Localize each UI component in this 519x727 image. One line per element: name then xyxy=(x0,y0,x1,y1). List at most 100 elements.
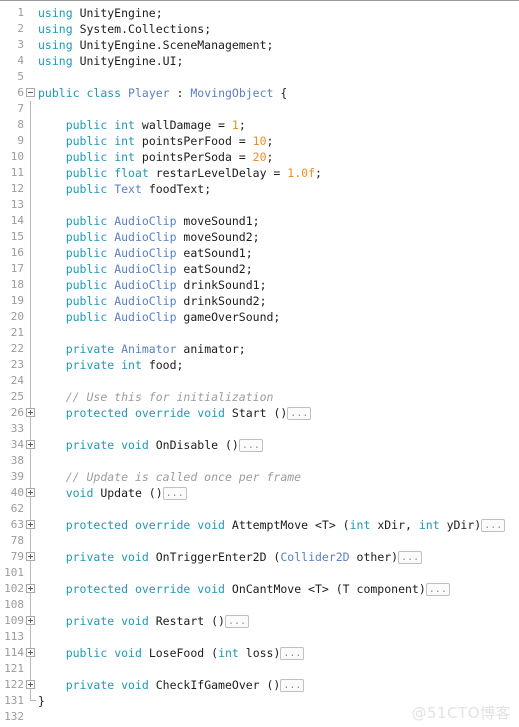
code-line[interactable]: 20 public AudioClip gameOverSound; xyxy=(0,309,519,325)
fold-guide-line xyxy=(30,277,31,293)
token-kw: public xyxy=(65,118,108,132)
code-text: private void Restart ()... xyxy=(38,613,250,629)
token-pun: OnDisable () xyxy=(148,438,239,452)
code-line[interactable]: 4 using UnityEngine.UI; xyxy=(0,53,519,69)
line-number: 40 xyxy=(10,486,24,499)
code-line[interactable]: 40 void Update ()... xyxy=(0,485,519,501)
code-line[interactable]: 63 protected override void AttemptMove <… xyxy=(0,517,519,533)
code-line[interactable]: 14 public AudioClip moveSound1; xyxy=(0,213,519,229)
code-text: public Text foodText; xyxy=(38,181,211,197)
fold-guide-line xyxy=(30,693,36,701)
collapsed-body-placeholder[interactable]: ... xyxy=(287,407,312,420)
code-line[interactable]: 19 public AudioClip drinkSound2; xyxy=(0,293,519,309)
code-text: public AudioClip moveSound2; xyxy=(38,229,260,245)
collapsed-body-placeholder[interactable]: ... xyxy=(398,551,423,564)
code-line[interactable]: 7 xyxy=(0,101,519,117)
code-line[interactable]: 33 xyxy=(0,421,519,437)
code-line[interactable]: 25 // Use this for initialization xyxy=(0,389,519,405)
line-number: 10 xyxy=(10,150,24,163)
fold-expand-toggle[interactable] xyxy=(26,440,35,449)
fold-expand-toggle[interactable] xyxy=(26,584,35,593)
code-line[interactable]: 114 public void LoseFood (int loss)... xyxy=(0,645,519,661)
code-line[interactable]: 10 public int pointsPerSoda = 20; xyxy=(0,149,519,165)
code-line[interactable]: 24 xyxy=(0,373,519,389)
line-number: 102 xyxy=(4,582,24,595)
code-line[interactable]: 38 xyxy=(0,453,519,469)
code-line[interactable]: 23 private int food; xyxy=(0,357,519,373)
line-number: 13 xyxy=(10,198,24,211)
token-type: Player xyxy=(128,86,170,100)
token-pun: drinkSound1; xyxy=(176,278,267,292)
code-line[interactable]: 17 public AudioClip eatSound2; xyxy=(0,261,519,277)
collapsed-body-placeholder[interactable]: ... xyxy=(481,519,506,532)
token-kw: class xyxy=(86,86,122,100)
line-number: 8 xyxy=(17,118,24,131)
code-text: using UnityEngine.UI; xyxy=(38,53,183,69)
token-pun: foodText; xyxy=(141,182,212,196)
token-num: 1 xyxy=(231,118,239,132)
code-line[interactable]: 6 public class Player : MovingObject { xyxy=(0,85,519,101)
code-line[interactable]: 26 protected override void Start ()... xyxy=(0,405,519,421)
code-line[interactable]: 39 // Update is called once per frame xyxy=(0,469,519,485)
code-line[interactable]: 22 private Animator animator; xyxy=(0,341,519,357)
code-text: void Update ()... xyxy=(38,485,187,501)
token-pun xyxy=(73,22,80,36)
code-line[interactable]: 108 xyxy=(0,597,519,613)
fold-expand-toggle[interactable] xyxy=(26,616,35,625)
fold-expand-toggle[interactable] xyxy=(26,648,35,657)
code-line[interactable]: 78 xyxy=(0,533,519,549)
code-line[interactable]: 16 public AudioClip eatSound1; xyxy=(0,245,519,261)
code-line[interactable]: 18 public AudioClip drinkSound1; xyxy=(0,277,519,293)
fold-expand-toggle[interactable] xyxy=(26,408,35,417)
code-editor[interactable]: 1 using UnityEngine; 2 using System.Collect… xyxy=(0,0,519,727)
code-line[interactable]: 15 public AudioClip moveSound2; xyxy=(0,229,519,245)
code-line[interactable]: 11 public float restarLevelDelay = 1.0f; xyxy=(0,165,519,181)
line-number: 101 xyxy=(4,566,24,579)
fold-expand-toggle[interactable] xyxy=(26,680,35,689)
token-kw: public xyxy=(65,294,108,308)
code-line[interactable]: 3 using UnityEngine.SceneManagement; xyxy=(0,37,519,53)
code-line[interactable]: 121 xyxy=(0,661,519,677)
collapsed-body-placeholder[interactable]: ... xyxy=(224,615,250,628)
code-line[interactable]: 8 public int wallDamage = 1; xyxy=(0,117,519,133)
line-number: 2 xyxy=(17,22,24,35)
token-pun: ; xyxy=(238,118,246,132)
code-line[interactable]: 102 protected override void OnCantMove <… xyxy=(0,581,519,597)
code-line[interactable]: 12 public Text foodText; xyxy=(0,181,519,197)
fold-expand-toggle[interactable] xyxy=(26,552,35,561)
token-kw: public xyxy=(65,214,108,228)
token-id: UnityEngine.SceneManagement xyxy=(79,38,267,52)
token-type: AudioClip xyxy=(114,246,177,260)
code-line[interactable]: 122 private void CheckIfGameOver ()... xyxy=(0,677,519,693)
fold-guide-line xyxy=(30,133,31,149)
fold-collapse-toggle[interactable] xyxy=(26,88,35,97)
collapsed-body-placeholder[interactable]: ... xyxy=(280,679,305,692)
token-pun: ; xyxy=(204,22,212,36)
token-pun xyxy=(128,518,135,532)
collapsed-body-placeholder[interactable]: ... xyxy=(162,487,187,500)
code-line[interactable]: 9 public int pointsPerFood = 10; xyxy=(0,133,519,149)
collapsed-body-placeholder[interactable]: ... xyxy=(238,439,263,452)
token-kw: void xyxy=(197,518,225,532)
code-line[interactable]: 1 using UnityEngine; xyxy=(0,5,519,21)
token-kw: public xyxy=(65,262,108,276)
token-kw: public xyxy=(65,310,108,324)
code-line[interactable]: 62 xyxy=(0,501,519,517)
code-text: public int pointsPerSoda = 20; xyxy=(38,149,274,165)
code-line[interactable]: 13 xyxy=(0,197,519,213)
fold-expand-toggle[interactable] xyxy=(26,488,35,497)
code-line[interactable]: 34 private void OnDisable ()... xyxy=(0,437,519,453)
token-pun: Start () xyxy=(224,406,288,420)
fold-expand-toggle[interactable] xyxy=(26,520,35,529)
code-line[interactable]: 101 xyxy=(0,565,519,581)
collapsed-body-placeholder[interactable]: ... xyxy=(280,647,305,660)
token-kw: private xyxy=(65,550,115,564)
collapsed-body-placeholder[interactable]: ... xyxy=(425,583,450,596)
code-line[interactable]: 21 xyxy=(0,325,519,341)
code-line[interactable]: 113 xyxy=(0,629,519,645)
code-line[interactable]: 2 using System.Collections; xyxy=(0,21,519,37)
code-text: using UnityEngine.SceneManagement; xyxy=(38,37,273,53)
code-line[interactable]: 109 private void Restart ()... xyxy=(0,613,519,629)
code-line[interactable]: 79 private void OnTriggerEnter2D (Collid… xyxy=(0,549,519,565)
code-line[interactable]: 5 xyxy=(0,69,519,85)
